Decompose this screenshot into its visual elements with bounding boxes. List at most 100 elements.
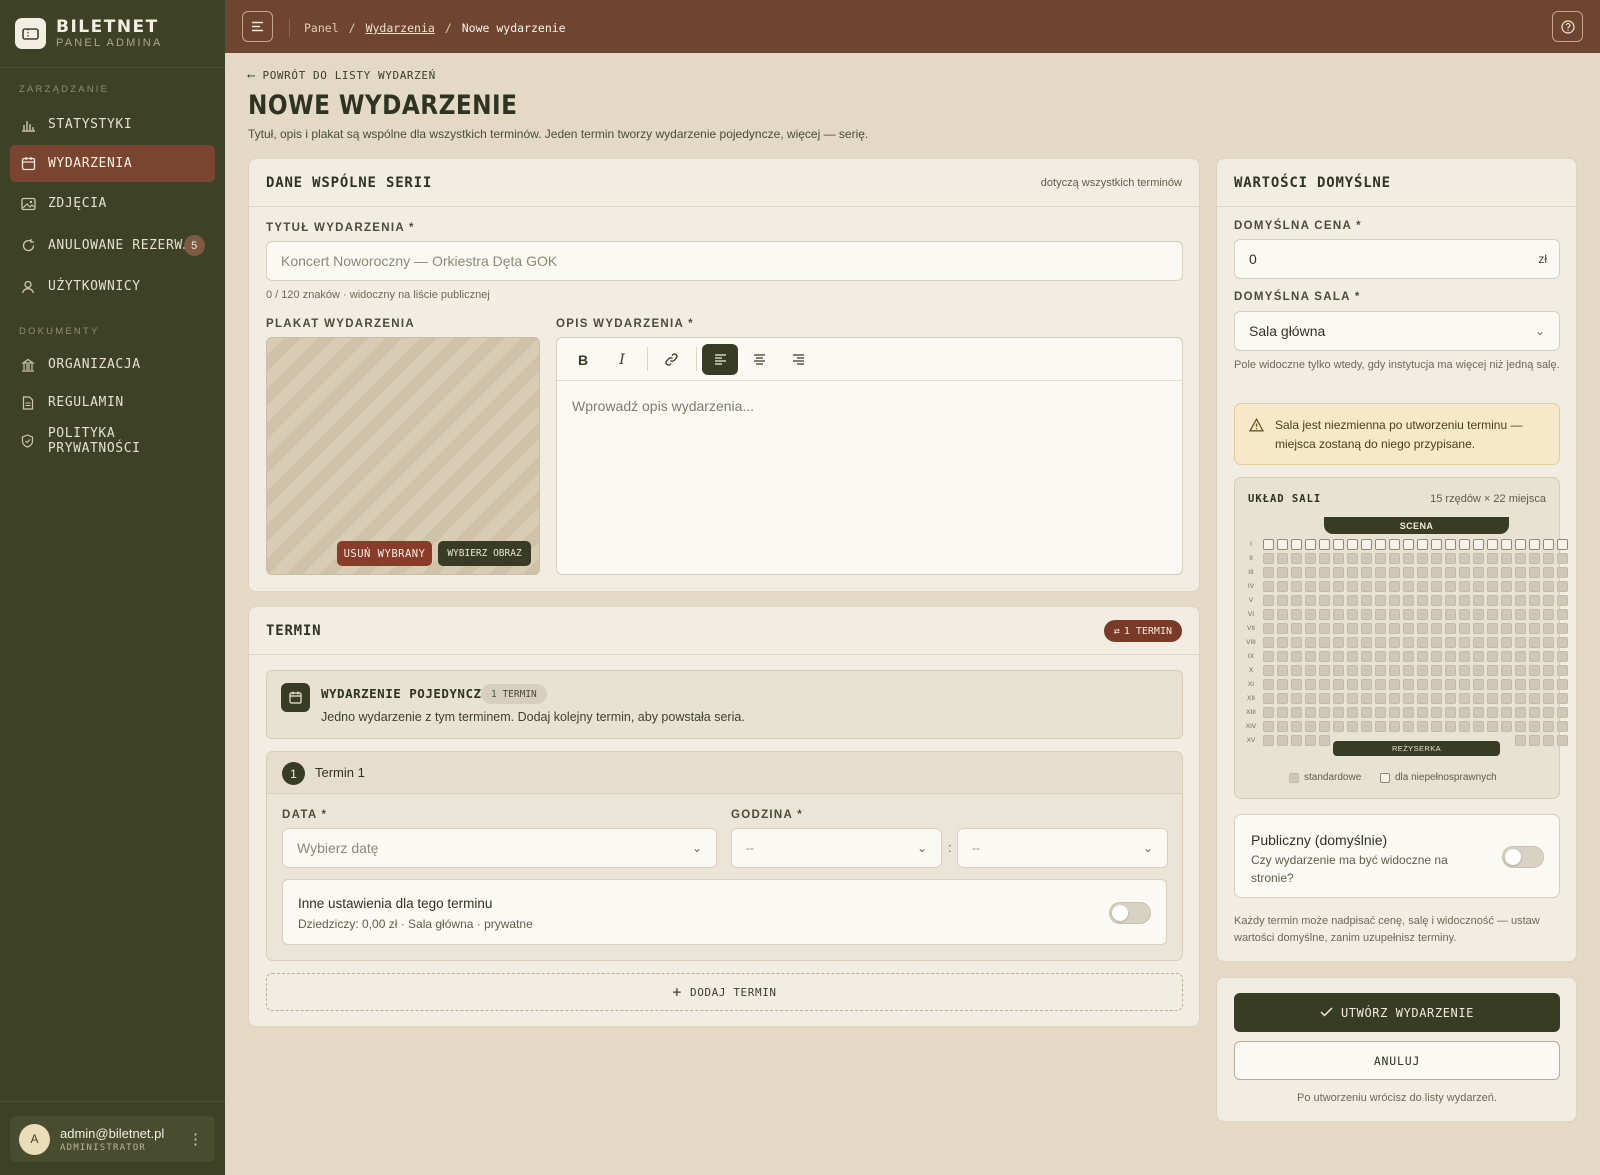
hour-select[interactable]: -- ⌄ [731, 828, 942, 868]
seat-standard [1375, 581, 1386, 592]
seat-standard [1515, 553, 1526, 564]
seat-standard [1515, 595, 1526, 606]
add-term-button[interactable]: + DODAJ TERMIN [266, 973, 1183, 1011]
breadcrumb-wydarzenia[interactable]: Wydarzenia [366, 21, 435, 35]
seat-standard [1263, 567, 1274, 578]
seat-standard [1445, 567, 1456, 578]
seat-standard [1487, 637, 1498, 648]
price-unit: zł [1538, 252, 1547, 266]
seat-standard [1305, 651, 1316, 662]
seat-standard [1431, 623, 1442, 634]
seat-standard [1445, 651, 1456, 662]
back-to-list-link[interactable]: ⟵ POWRÓT DO LISTY WYDARZEŃ [248, 69, 436, 82]
seat-standard [1501, 721, 1512, 732]
minute-select[interactable]: -- ⌄ [957, 828, 1168, 868]
seat-standard [1263, 707, 1274, 718]
remove-poster-button[interactable]: USUŃ WYBRANY [337, 541, 432, 566]
sidebar-item-zdjecia[interactable]: ZDJĘCIA [10, 185, 215, 222]
seat-standard [1277, 651, 1288, 662]
seat-standard [1403, 721, 1414, 732]
override-toggle[interactable] [1109, 902, 1151, 924]
seat-standard [1277, 693, 1288, 704]
seat-standard [1347, 553, 1358, 564]
public-toggle[interactable] [1502, 846, 1544, 868]
seat-standard [1417, 679, 1428, 690]
sidebar-item-regulamin[interactable]: REGULAMIN [10, 384, 215, 421]
choose-poster-button[interactable]: WYBIERZ OBRAZ [438, 541, 531, 566]
description-textarea[interactable]: Wprowadź opis wydarzenia... [572, 398, 754, 414]
chevron-down-icon: ⌄ [691, 841, 702, 855]
seat-standard [1305, 735, 1316, 746]
seat-accessible [1417, 539, 1428, 550]
date-picker[interactable]: Wybierz datę ⌄ [282, 828, 717, 868]
seat-standard [1529, 609, 1540, 620]
breadcrumb-separator: / [348, 21, 356, 35]
menu-toggle-button[interactable] [242, 11, 273, 42]
seat-standard [1431, 665, 1442, 676]
stage: SCENA [1324, 517, 1509, 534]
seat-standard [1431, 595, 1442, 606]
align-center-button[interactable] [741, 344, 777, 375]
seat-standard [1347, 595, 1358, 606]
seat-standard [1403, 609, 1414, 620]
seat-standard [1347, 637, 1358, 648]
public-setting: Publiczny (domyślnie) Czy wydarzenie ma … [1234, 814, 1560, 898]
breadcrumb-panel[interactable]: Panel [304, 21, 339, 35]
create-event-button[interactable]: UTWÓRZ WYDARZENIE [1234, 993, 1560, 1032]
seat-standard [1319, 679, 1330, 690]
seat-standard [1333, 651, 1344, 662]
seat-standard [1389, 679, 1400, 690]
sidebar-item-organizacja[interactable]: ORGANIZACJA [10, 346, 215, 383]
seat-standard [1375, 679, 1386, 690]
sidebar-item-uzytkownicy[interactable]: UŻYTKOWNICY [10, 268, 215, 305]
seat-standard [1543, 567, 1554, 578]
bold-button[interactable]: B [565, 344, 601, 375]
sidebar-divider [0, 1101, 225, 1102]
link-button[interactable] [653, 344, 689, 375]
seat-standard [1431, 609, 1442, 620]
sidebar-item-anulowane[interactable]: ANULOWANE REZERW… 5 [10, 227, 215, 264]
seat-standard [1473, 707, 1484, 718]
user-menu[interactable]: A admin@biletnet.pl ADMINISTRATOR ⋮ [10, 1116, 215, 1162]
align-right-icon [792, 354, 804, 365]
seat-standard [1361, 637, 1372, 648]
seat-standard [1361, 665, 1372, 676]
seat-standard [1291, 581, 1302, 592]
default-hall-select[interactable]: Sala główna ⌄ [1234, 311, 1560, 351]
poster-dropzone[interactable]: USUŃ WYBRANY WYBIERZ OBRAZ [266, 337, 540, 575]
ticket-icon [15, 18, 46, 49]
event-title-input[interactable]: Koncert Noworoczny — Orkiestra Dęta GOK [266, 241, 1183, 281]
seat-standard [1515, 623, 1526, 634]
seat-standard [1417, 623, 1428, 634]
seat-row-label: V [1248, 597, 1254, 604]
seat-accessible [1333, 539, 1344, 550]
align-right-button[interactable] [780, 344, 816, 375]
seat-standard [1543, 735, 1554, 746]
align-left-button[interactable] [702, 344, 738, 375]
italic-button[interactable]: I [604, 344, 640, 375]
minute-placeholder: -- [972, 841, 980, 855]
seat-standard [1333, 623, 1344, 634]
seat-standard [1305, 581, 1316, 592]
page-title: NOWE WYDARZENIE [248, 90, 518, 121]
sidebar-item-polityka[interactable]: POLITYKA PRYWATNOŚCI [10, 422, 215, 459]
help-button[interactable] [1552, 11, 1583, 42]
seat-accessible [1557, 539, 1568, 550]
seat-standard [1459, 609, 1470, 620]
date-placeholder: Wybierz datę [297, 840, 379, 856]
default-price-input[interactable]: 0 zł [1234, 239, 1560, 279]
building-icon [20, 357, 36, 373]
link-icon [664, 353, 678, 366]
event-title-hint: 0 / 120 znaków · widoczny na liście publ… [266, 289, 490, 301]
align-center-icon [753, 354, 765, 365]
create-label: UTWÓRZ WYDARZENIE [1340, 1005, 1475, 1020]
seat-standard [1263, 693, 1274, 704]
more-vertical-icon[interactable]: ⋮ [188, 1130, 203, 1148]
seat-standard [1361, 609, 1372, 620]
sidebar-item-statystyki[interactable]: STATYSTYKI [10, 106, 215, 143]
chevron-down-icon: ⌄ [916, 841, 927, 855]
sidebar-item-wydarzenia[interactable]: WYDARZENIA [10, 145, 215, 182]
seat-standard [1403, 595, 1414, 606]
seat-row: XIV [1235, 720, 1568, 733]
cancel-button[interactable]: ANULUJ [1234, 1041, 1560, 1080]
